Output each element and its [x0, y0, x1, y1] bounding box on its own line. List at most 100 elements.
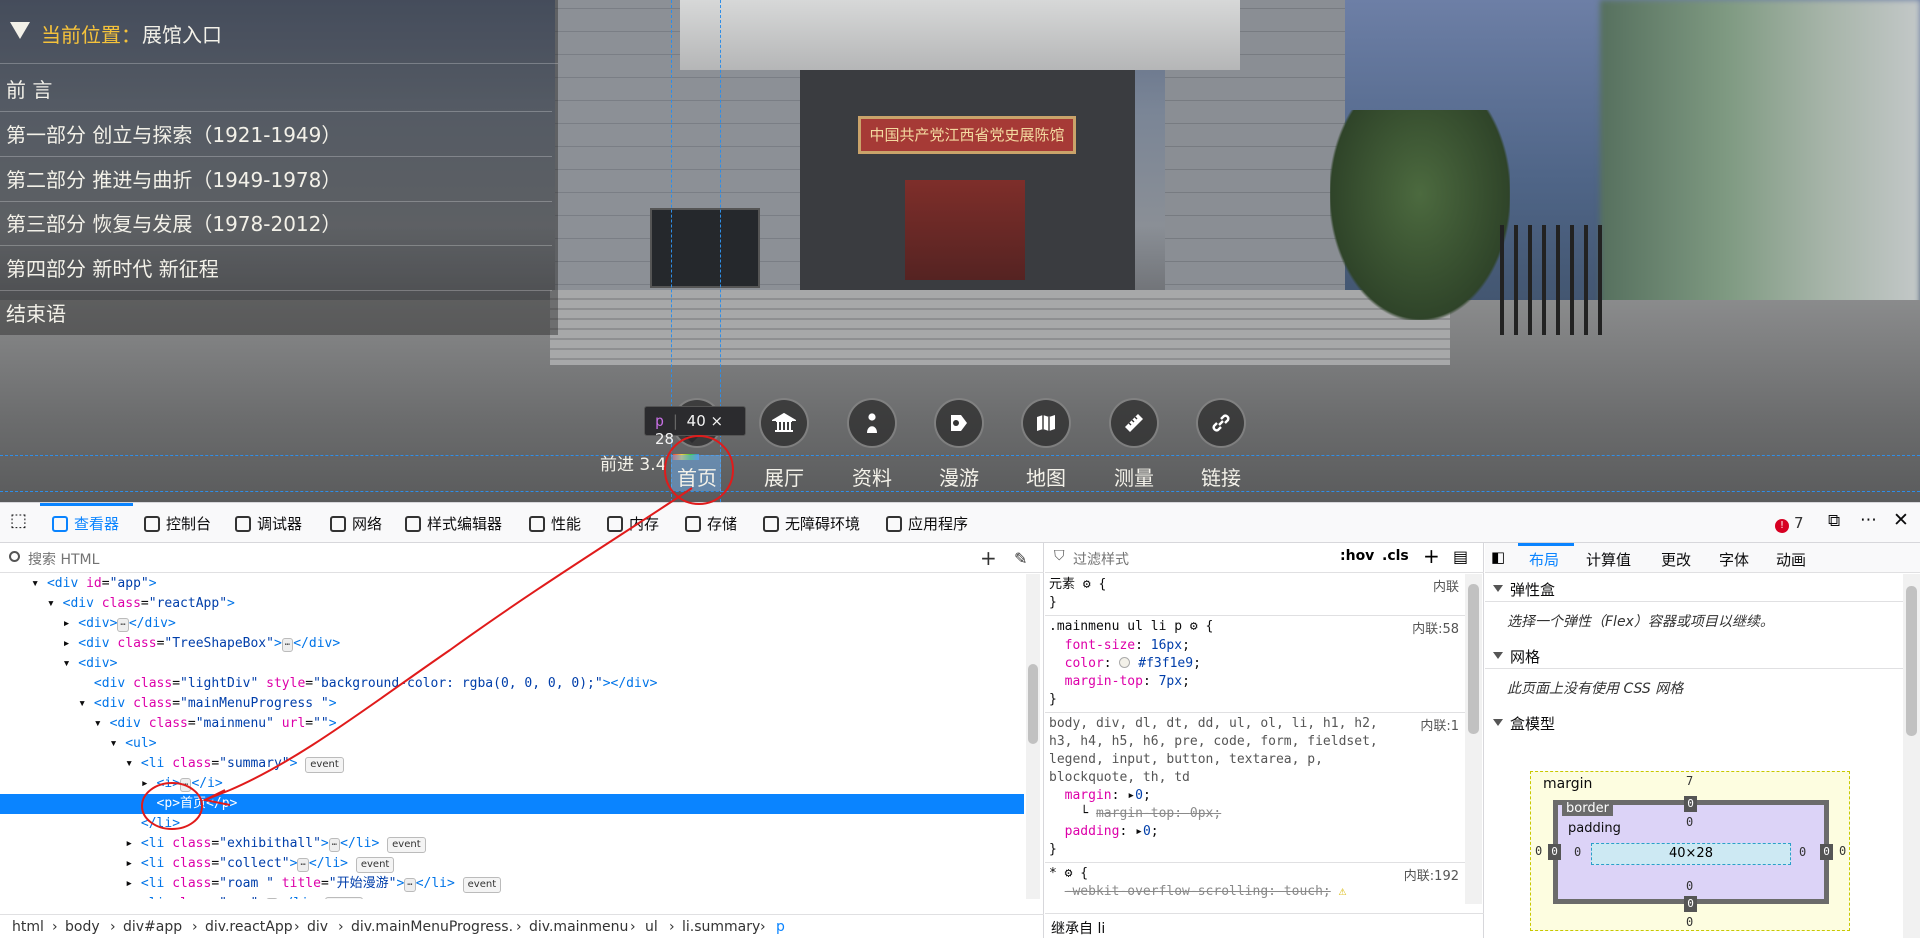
tree-item-part-3[interactable]: 第三部分 恢复与发展（1978-2012） — [0, 201, 552, 246]
tab-fonts[interactable]: 字体 — [1719, 549, 1749, 570]
rule-reset-selector[interactable]: body, div, dl, dt, dd, ul, ol, li, h1, h… — [1049, 715, 1379, 787]
box-model-section-header[interactable]: 盒模型 — [1485, 708, 1905, 736]
scroll-thumb[interactable] — [1028, 664, 1038, 744]
breadcrumb-html[interactable]: html — [12, 919, 44, 935]
border-top-value[interactable]: 0 — [1684, 796, 1697, 812]
location-bar[interactable]: 当前位置： 展馆入口 — [0, 0, 558, 64]
tree-item-part-1[interactable]: 第一部分 创立与探索（1921-1949） — [0, 112, 552, 157]
decl-margin-top-overridden[interactable]: └ margin-top: 0px; — [1049, 805, 1221, 823]
margin-left-value[interactable]: 0 — [1535, 844, 1542, 858]
tab-layout[interactable]: 布局 — [1529, 549, 1559, 570]
roam-button[interactable] — [934, 398, 984, 448]
menu-label-materials[interactable]: 资料 — [837, 462, 907, 491]
padding-left-value[interactable]: 0 — [1574, 845, 1581, 859]
print-simulation-icon[interactable]: ▤ — [1453, 547, 1468, 566]
rules-filter-input[interactable]: 过滤样式 — [1073, 549, 1129, 569]
padding-top-value[interactable]: 0 — [1686, 815, 1693, 829]
html-search-bar[interactable]: 搜索 HTML + ✎ — [0, 543, 1044, 573]
border-right-value[interactable]: 0 — [1820, 844, 1833, 860]
markup-scrollbar[interactable] — [1026, 574, 1040, 899]
tab-debugger[interactable]: 调试器 — [235, 513, 302, 534]
node-li-map[interactable]: ▸ <li class="map">⋯</li> event — [0, 894, 1024, 899]
flexbox-section-header[interactable]: 弹性盒 — [1485, 574, 1905, 602]
rules-filter-bar[interactable]: ⛉ 过滤样式 :hov .cls + ▤ — [1045, 543, 1484, 573]
cls-toggle[interactable]: .cls — [1382, 548, 1409, 564]
breadcrumb-div-app[interactable]: div#app — [123, 919, 182, 935]
collapse-triangle-icon[interactable] — [10, 22, 30, 39]
tab-application[interactable]: 应用程序 — [886, 513, 968, 534]
decl-padding[interactable]: padding: ▸0; — [1049, 823, 1159, 841]
node-i[interactable]: ▸ <i> ⋯ </i> — [0, 774, 1024, 794]
tab-inspector[interactable]: 查看器 — [52, 513, 119, 534]
node-div-reactapp[interactable]: ▾ <div class="reactApp"> — [0, 594, 1024, 614]
node-p-selected[interactable]: <p>首页</p> — [0, 794, 1024, 814]
rules-scrollbar[interactable] — [1465, 574, 1482, 904]
scroll-thumb[interactable] — [1906, 586, 1917, 736]
layout-scrollbar[interactable] — [1903, 574, 1920, 938]
breadcrumb-div-mainmenuprogress[interactable]: div.mainMenuProgress. — [351, 919, 513, 935]
rule-element-source[interactable]: 内联 — [1433, 576, 1459, 595]
node-ul[interactable]: ▾ <ul> — [0, 734, 1024, 754]
tab-computed[interactable]: 计算值 — [1586, 549, 1631, 570]
rule-star-selector[interactable]: * ⚙ { — [1049, 865, 1088, 883]
decl-color[interactable]: color: #f3f1e9; — [1049, 655, 1201, 673]
border-bottom-value[interactable]: 0 — [1684, 896, 1697, 912]
map-button[interactable] — [1021, 398, 1071, 448]
html-search-input[interactable]: 搜索 HTML — [28, 549, 99, 569]
node-li-exhibithall[interactable]: ▸ <li class="exhibithall"> ⋯ </li> event — [0, 834, 1024, 854]
node-li-collect[interactable]: ▸ <li class="collect"> ⋯ </li> event — [0, 854, 1024, 874]
menu-label-map[interactable]: 地图 — [1011, 462, 1081, 491]
tab-network[interactable]: 网络 — [330, 513, 382, 534]
padding-right-value[interactable]: 0 — [1799, 845, 1806, 859]
rule-mainmenu-selector[interactable]: .mainmenu ul li p ⚙ { — [1049, 618, 1213, 636]
panorama-viewport[interactable]: 中国共产党江西省党史展陈馆 当前位置： 展馆入口 前 言 第一部分 创立与探索（… — [0, 0, 1920, 502]
breadcrumb-div-mainmenu[interactable]: div.mainmenu — [529, 919, 628, 935]
add-rule-icon[interactable]: + — [1423, 544, 1440, 568]
border-left-value[interactable]: 0 — [1548, 844, 1561, 860]
tree-item-part-2[interactable]: 第二部分 推进与曲折（1949-1978） — [0, 157, 552, 202]
add-node-icon[interactable]: + — [980, 546, 997, 570]
tree-item-epilogue[interactable]: 结束语 — [0, 291, 552, 336]
rule-reset-source[interactable]: 内联:1 — [1420, 715, 1459, 734]
tab-storage[interactable]: 存储 — [685, 513, 737, 534]
node-li-close[interactable]: </li> — [0, 814, 1024, 834]
menu-label-link[interactable]: 链接 — [1186, 462, 1256, 491]
node-div-mainmenu[interactable]: ▾ <div class="mainmenu" url=""> — [0, 714, 1024, 734]
sidebar-toggle-icon[interactable]: ◧ — [1491, 548, 1505, 566]
measure-button[interactable] — [1109, 398, 1159, 448]
tab-console[interactable]: 控制台 — [144, 513, 211, 534]
rules-list[interactable]: 元素 ⚙ { 内联 } .mainmenu ul li p ⚙ { 内联:58 … — [1045, 574, 1465, 904]
node-div-mainmenuprogress[interactable]: ▾ <div class="mainMenuProgress "> — [0, 694, 1024, 714]
menu-label-roam[interactable]: 漫游 — [924, 462, 994, 491]
breadcrumb-p[interactable]: p — [776, 919, 785, 935]
grid-section-header[interactable]: 网格 — [1485, 641, 1905, 669]
tab-accessibility[interactable]: 无障碍环境 — [763, 513, 860, 534]
breadcrumb-div-reactapp[interactable]: div.reactApp — [205, 919, 293, 935]
menu-label-home[interactable]: 首页 — [662, 462, 732, 491]
menu-label-measure[interactable]: 测量 — [1099, 462, 1169, 491]
close-icon[interactable]: ✕ — [1893, 509, 1909, 531]
link-button[interactable] — [1196, 398, 1246, 448]
margin-top-value[interactable]: 7 — [1686, 774, 1693, 788]
decl-font-size[interactable]: font-size: 16px; — [1049, 637, 1190, 655]
tab-style-editor[interactable]: 样式编辑器 — [405, 513, 502, 534]
decl-webkit-overflow[interactable]: -webkit-overflow-scrolling: touch; ⚠ — [1049, 883, 1347, 901]
scroll-thumb[interactable] — [1468, 584, 1479, 734]
tree-item-part-4[interactable]: 第四部分 新时代 新征程 — [0, 246, 552, 291]
decl-margin[interactable]: margin: ▸0; — [1049, 787, 1151, 805]
node-li-roam[interactable]: ▸ <li class="roam " title="开始漫游"> ⋯ </li> … — [0, 874, 1024, 894]
rule-mainmenu-source[interactable]: 内联:58 — [1412, 618, 1459, 637]
error-count-badge[interactable]: ! 7 — [1775, 514, 1804, 533]
node-li-summary[interactable]: ▾ <li class="summary"> event — [0, 754, 1024, 774]
exhibit-hall-button[interactable] — [759, 398, 809, 448]
padding-bottom-value[interactable]: 0 — [1686, 879, 1693, 893]
margin-right-value[interactable]: 0 — [1839, 844, 1846, 858]
tree-item-preface[interactable]: 前 言 — [0, 67, 552, 112]
element-picker-icon[interactable]: ⬚ — [10, 510, 27, 531]
breadcrumb-ul[interactable]: ul — [645, 919, 658, 935]
color-swatch[interactable] — [1119, 657, 1131, 668]
markup-tree[interactable]: ▾ <div id="app"> ▾ <div class="reactApp"… — [0, 574, 1024, 899]
menu-label-hall[interactable]: 展厅 — [749, 462, 819, 491]
tab-memory[interactable]: 内存 — [607, 513, 659, 534]
breadcrumb-div[interactable]: div — [307, 919, 328, 935]
